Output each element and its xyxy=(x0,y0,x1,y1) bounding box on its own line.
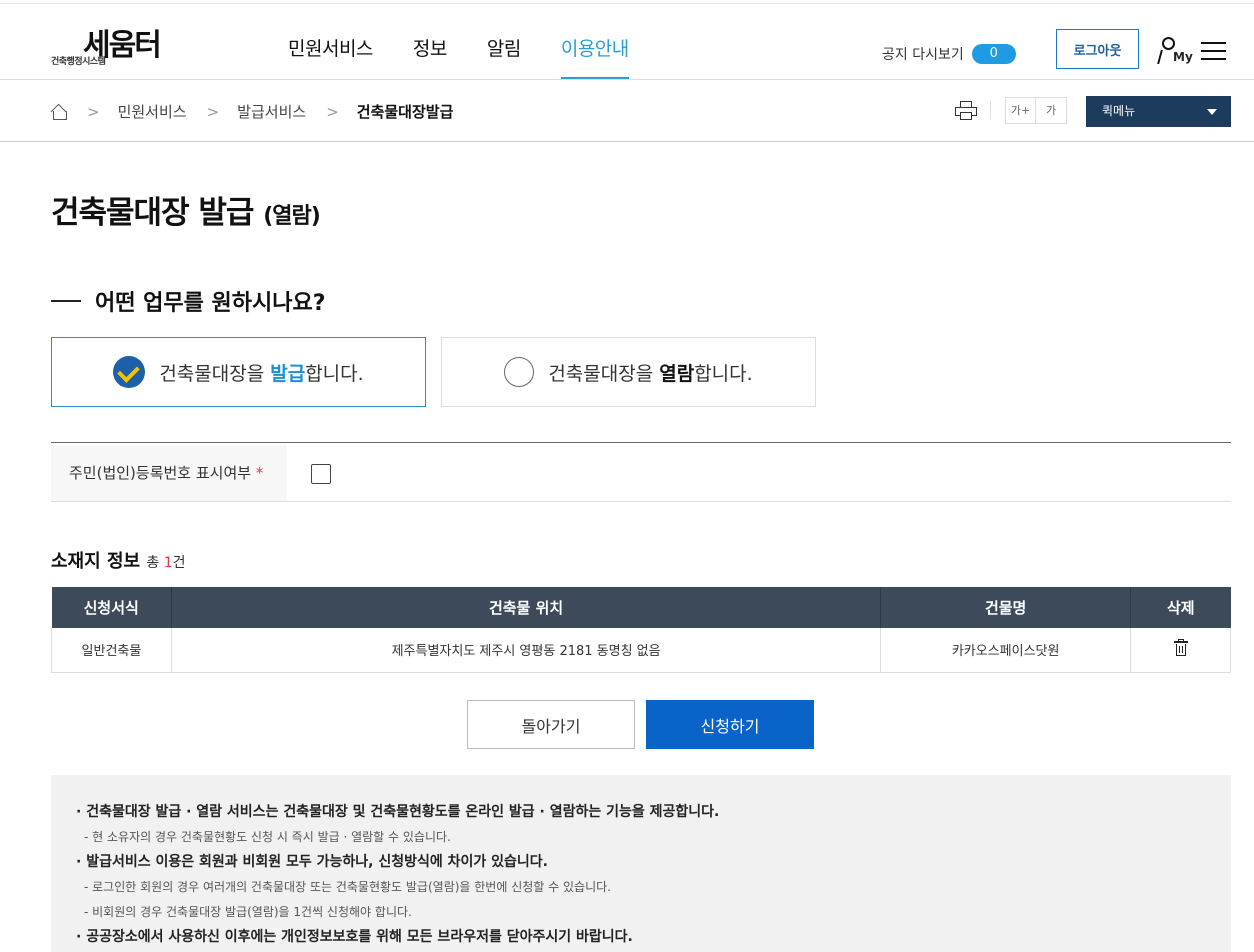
option-issue-pre: 건축물대장을 xyxy=(159,362,271,385)
th-building-name: 건물명 xyxy=(880,587,1132,628)
info-line: · 발급서비스 이용은 회원과 비회원 모두 가능하나, 신청방식에 차이가 있… xyxy=(76,854,548,870)
option-view-highlight: 열람 xyxy=(659,362,695,385)
hamburger-menu-icon[interactable] xyxy=(1201,42,1226,60)
logout-button[interactable]: 로그아웃 xyxy=(1056,29,1139,69)
trash-icon[interactable] xyxy=(1173,638,1188,656)
nav-civil-service[interactable]: 민원서비스 xyxy=(288,34,373,79)
site-header: 세움터 건축행정시스템 민원서비스 정보 알림 이용안내 공지 다시보기 0 로… xyxy=(0,4,1254,80)
info-line: - 현 소유자의 경우 건축물현황도 신청 시 즉시 발급 · 열람할 수 있습… xyxy=(84,830,451,844)
resident-number-label-text: 주민(법인)등록번호 표시여부 xyxy=(69,464,252,482)
option-issue-post: 합니다. xyxy=(305,362,364,385)
info-line: · 건축물대장 발급 · 열람 서비스는 건축물대장 및 건축물현황도를 온라인… xyxy=(76,804,720,820)
notice-label: 공지 다시보기 xyxy=(882,47,964,63)
resident-number-row: 주민(법인)등록번호 표시여부 * xyxy=(51,442,1231,502)
font-size-controls: 가+ 가 xyxy=(1005,97,1067,124)
info-line: · 공공장소에서 사용하신 이후에는 개인정보보호를 위해 모든 브라우저를 닫… xyxy=(76,929,633,945)
notice-replay[interactable]: 공지 다시보기 0 xyxy=(882,44,1016,64)
cell-location: 제주특별자치도 제주시 영평동 2181 동명칭 없음 xyxy=(171,628,882,673)
section-title-text: 소재지 정보 xyxy=(51,551,141,572)
resident-number-checkbox[interactable] xyxy=(311,464,331,484)
my-icon-body xyxy=(1157,50,1171,64)
breadcrumb-separator: > xyxy=(326,102,339,121)
breadcrumb-bar: > 민원서비스 > 발급서비스 > 건축물대장발급 가+ 가 퀵메뉴 xyxy=(0,80,1254,142)
back-button[interactable]: 돌아가기 xyxy=(467,700,635,749)
option-view-pre: 건축물대장을 xyxy=(548,362,660,385)
cell-delete xyxy=(1130,628,1231,673)
page-title-sub: (열람) xyxy=(263,204,321,229)
total-pre: 총 xyxy=(146,555,164,571)
breadcrumb: > 민원서비스 > 발급서비스 > 건축물대장발급 xyxy=(51,101,473,122)
section-title: 소재지 정보 총 1건 xyxy=(51,547,186,573)
page-title-main: 건축물대장 발급 xyxy=(51,195,254,231)
my-page-icon[interactable]: My xyxy=(1157,37,1193,65)
option-view-post: 합니다. xyxy=(694,362,753,385)
info-line: - 로그인한 회원의 경우 여러개의 건축물대장 또는 건축물현황도 발급(열람… xyxy=(84,880,611,894)
cell-building-name: 카카오스페이스닷원 xyxy=(880,628,1132,673)
toolbar-divider xyxy=(990,101,991,119)
nav-notice[interactable]: 알림 xyxy=(487,34,521,79)
main-nav: 민원서비스 정보 알림 이용안내 xyxy=(288,34,669,79)
table-header-row: 신청서식 건축물 위치 건물명 삭제 xyxy=(51,587,1231,628)
th-location: 건축물 위치 xyxy=(171,587,882,628)
total-post: 건 xyxy=(172,555,186,571)
page-title: 건축물대장 발급 (열람) xyxy=(51,187,321,232)
breadcrumb-current: 건축물대장발급 xyxy=(356,103,454,121)
breadcrumb-separator: > xyxy=(206,102,220,121)
th-delete: 삭제 xyxy=(1130,587,1231,628)
breadcrumb-civil-service[interactable]: 민원서비스 xyxy=(118,101,187,122)
question-text: 어떤 업무를 원하시나요? xyxy=(95,291,326,316)
quick-menu-select[interactable]: 퀵메뉴 xyxy=(1086,96,1231,127)
required-mark: * xyxy=(255,464,264,482)
option-issue-highlight: 발급 xyxy=(270,362,306,385)
quick-menu-label: 퀵메뉴 xyxy=(1102,104,1136,118)
total-num: 1 xyxy=(163,555,173,571)
print-icon[interactable] xyxy=(955,101,977,121)
nav-info[interactable]: 정보 xyxy=(413,34,447,79)
breadcrumb-separator: > xyxy=(87,102,100,121)
caret-down-icon xyxy=(1207,109,1217,115)
info-box: · 건축물대장 발급 · 열람 서비스는 건축물대장 및 건축물현황도를 온라인… xyxy=(51,775,1231,952)
location-table: 신청서식 건축물 위치 건물명 삭제 일반건축물 제주특별자치도 제주시 영평동… xyxy=(51,587,1231,673)
resident-number-label: 주민(법인)등록번호 표시여부 * xyxy=(51,445,287,501)
radio-empty-icon xyxy=(504,357,535,387)
th-form: 신청서식 xyxy=(51,587,172,628)
font-increase-button[interactable]: 가+ xyxy=(1005,97,1036,124)
site-logo[interactable]: 세움터 건축행정시스템 xyxy=(51,18,191,70)
logo-subtitle: 건축행정시스템 xyxy=(51,57,106,67)
breadcrumb-issue-service[interactable]: 발급서비스 xyxy=(237,101,306,122)
table-row: 일반건축물 제주특별자치도 제주시 영평동 2181 동명칭 없음 카카오스페이… xyxy=(51,628,1231,673)
option-view[interactable]: 건축물대장을 열람 합니다. xyxy=(441,337,816,407)
option-issue[interactable]: 건축물대장을 발급 합니다. xyxy=(51,337,426,407)
heading-dash xyxy=(51,300,81,302)
my-icon-head xyxy=(1162,37,1175,50)
info-line: - 비회원의 경우 건축물대장 발급(열람)을 1건씩 신청해야 합니다. xyxy=(84,905,412,919)
nav-guide[interactable]: 이용안내 xyxy=(560,34,629,79)
my-label: My xyxy=(1173,50,1193,64)
total-count: 총 1건 xyxy=(146,555,185,571)
cell-form: 일반건축물 xyxy=(51,628,172,673)
font-decrease-button[interactable]: 가 xyxy=(1036,97,1067,124)
home-icon[interactable] xyxy=(51,104,67,120)
apply-button[interactable]: 신청하기 xyxy=(646,700,814,749)
notice-count-badge: 0 xyxy=(971,44,1016,64)
question-heading: 어떤 업무를 원하시나요? xyxy=(51,285,325,317)
check-circle-icon xyxy=(113,356,146,388)
